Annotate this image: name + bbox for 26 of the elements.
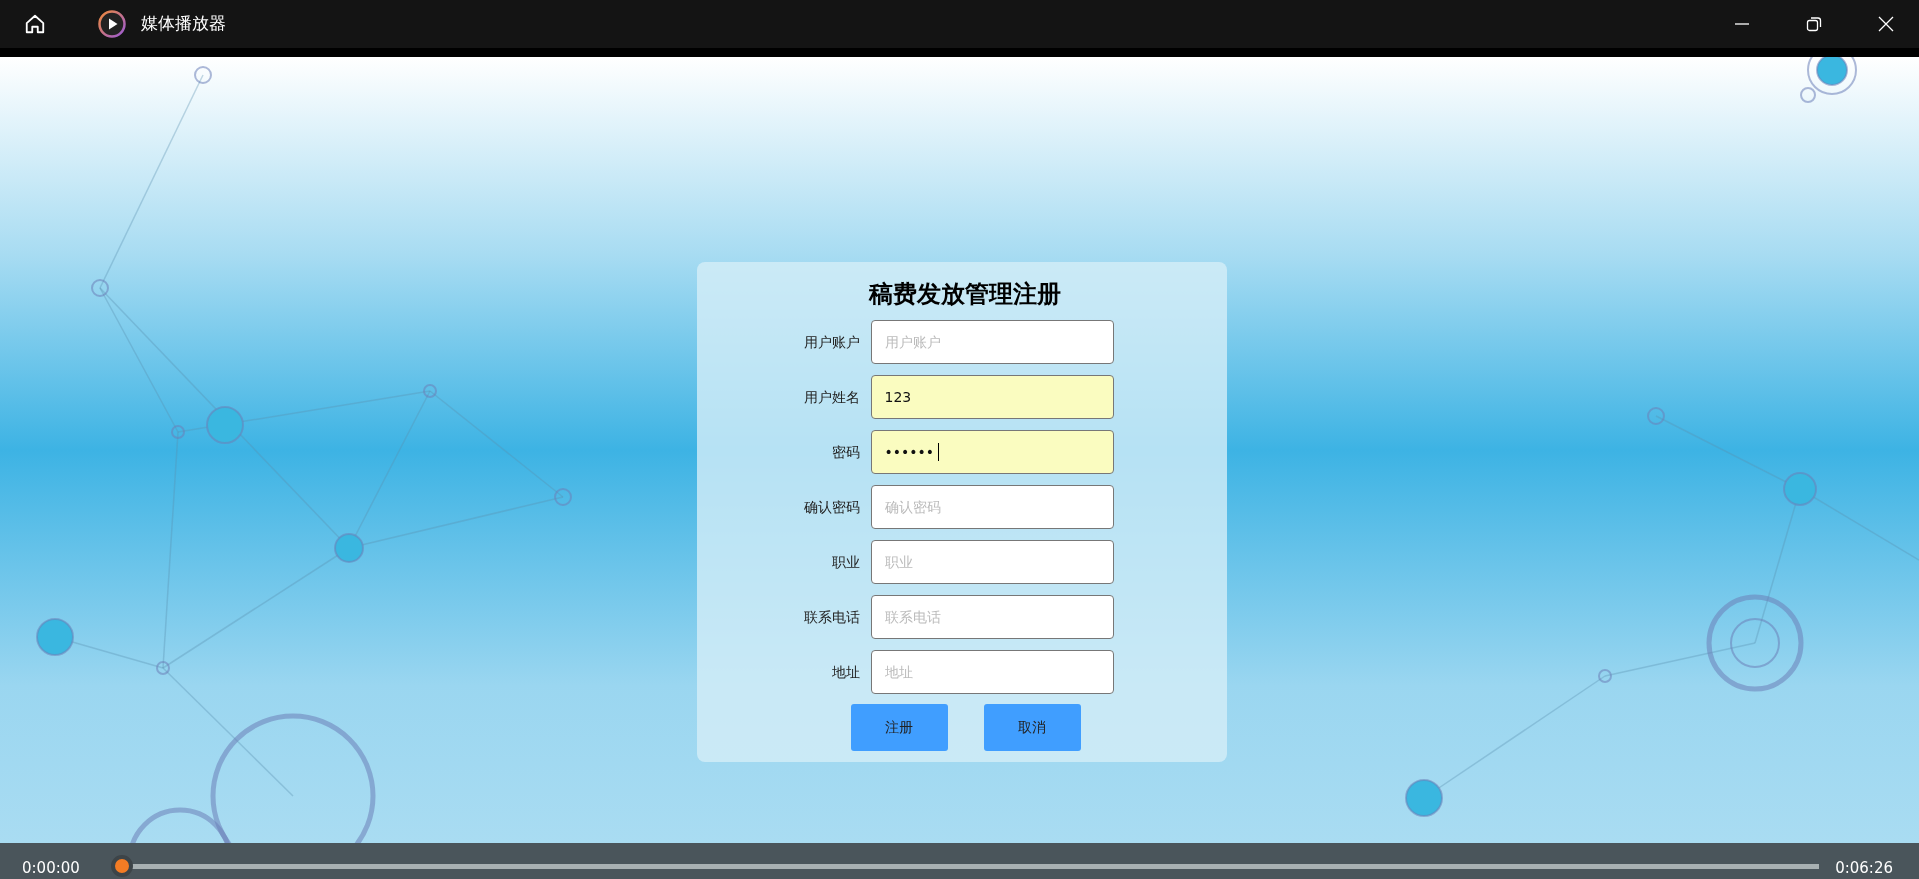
progress-slider[interactable]	[114, 856, 1820, 876]
input-field[interactable]: 职业	[870, 540, 1114, 584]
input-field[interactable]: ••••••	[870, 430, 1114, 474]
form-title: 稿费发放管理注册	[868, 279, 1061, 310]
close-icon[interactable]	[1878, 16, 1894, 32]
home-icon[interactable]	[24, 13, 46, 35]
register-button[interactable]: 注册	[850, 704, 948, 751]
field-label: 职业	[830, 552, 860, 572]
field-label: 联系电话	[802, 607, 860, 627]
cancel-button[interactable]: 取消	[983, 704, 1081, 751]
window-title: 媒体播放器	[141, 12, 226, 36]
field-label: 确认密码	[802, 497, 860, 517]
field-label: 用户账户	[802, 332, 860, 352]
input-field[interactable]: 联系电话	[870, 595, 1114, 639]
field-label: 用户姓名	[802, 387, 860, 407]
play-logo-icon	[98, 10, 126, 38]
slider-thumb[interactable]	[111, 855, 133, 877]
input-field[interactable]: 用户账户	[870, 320, 1114, 364]
total-time: 0:06:26	[1835, 859, 1893, 877]
current-time: 0:00:00	[22, 859, 81, 877]
field-label: 密码	[830, 442, 860, 462]
input-field[interactable]: 确认密码	[870, 485, 1114, 529]
field-label: 地址	[830, 662, 860, 682]
input-field[interactable]: 123	[870, 375, 1114, 419]
input-field[interactable]: 地址	[870, 650, 1114, 694]
restore-icon[interactable]	[1806, 16, 1822, 32]
